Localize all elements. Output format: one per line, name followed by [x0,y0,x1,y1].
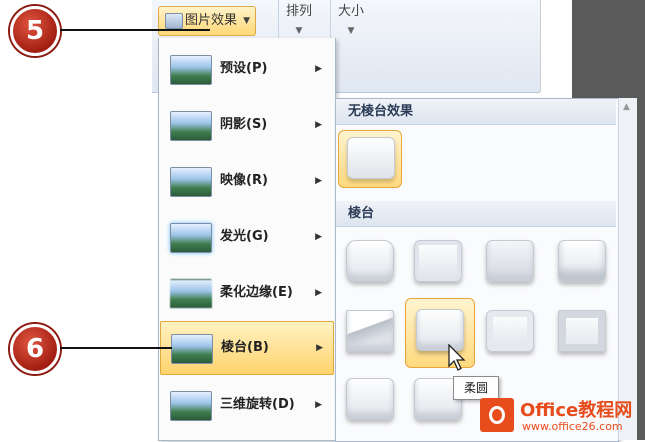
window-edge [540,0,573,92]
size-button[interactable]: 大小 ▼ [330,0,371,58]
size-label: 大小 [337,4,364,19]
bevel-tile-angle[interactable] [338,304,400,360]
menu-item-reflection[interactable]: 映像(R) ▶ [160,154,332,208]
bevel-preview-icon [347,137,395,179]
callout-leader-line [60,347,172,349]
menu-item-label: 三维旋转(D) [220,397,295,412]
menu-item-glow[interactable]: 发光(G) ▶ [160,210,332,264]
bevel-tile-cross[interactable] [478,234,540,290]
bevel-tile-convex[interactable] [478,304,540,360]
watermark-url: www.office26.com [522,420,623,433]
no-bevel-section-header: 无棱台效果 [336,99,616,125]
bevel-preview-icon [486,240,534,282]
callout-leader-line [60,29,210,31]
menu-item-bevel[interactable]: 棱台(B) ▶ [160,321,334,375]
soft-edges-thumbnail-icon [170,279,212,309]
no-bevel-tile[interactable] [338,130,402,188]
menu-item-3d-rotation[interactable]: 三维旋转(D) ▶ [160,378,332,432]
menu-item-label: 预设(P) [220,61,268,76]
bevel-section-header: 棱台 [336,201,616,227]
chevron-right-icon: ▶ [315,232,322,242]
3d-rotation-thumbnail-icon [170,391,212,421]
bevel-tile-slope[interactable] [550,304,612,360]
step-callout-6: 6 [10,324,60,374]
menu-item-shadow[interactable]: 阴影(S) ▶ [160,98,332,152]
preset-thumbnail-icon [170,55,212,85]
bevel-preview-icon [346,378,394,420]
bevel-preview-icon [558,310,606,352]
mouse-cursor-icon [448,344,466,371]
chevron-right-icon: ▶ [316,343,323,353]
chevron-down-icon: ▼ [295,26,303,36]
menu-item-label: 柔化边缘(E) [220,285,293,300]
bevel-preview-icon [346,240,394,282]
picture-effects-label: 图片效果 [185,13,238,28]
glow-thumbnail-icon [170,223,212,253]
gallery-scrollbar[interactable]: ▲ [618,98,637,440]
bevel-preview-icon [346,310,394,352]
chevron-right-icon: ▶ [315,176,322,186]
menu-item-label: 发光(G) [220,229,269,244]
menu-item-preset[interactable]: 预设(P) ▶ [160,42,332,96]
chevron-right-icon: ▶ [315,64,322,74]
menu-item-label: 棱台(B) [221,340,269,355]
bevel-tile-cool-slant[interactable] [550,234,612,290]
shadow-thumbnail-icon [170,111,212,141]
picture-effects-button[interactable]: 图片效果 ▼ [158,6,257,36]
menu-item-soft-edges[interactable]: 柔化边缘(E) ▶ [160,266,332,320]
bevel-preview-icon [558,240,606,282]
bevel-thumbnail-icon [171,334,213,364]
office-logo-icon [480,398,514,432]
chevron-right-icon: ▶ [315,120,322,130]
picture-effects-icon [165,13,183,29]
bevel-preview-icon [414,240,462,282]
menu-item-label: 阴影(S) [220,117,268,132]
chevron-down-icon: ▼ [347,26,355,36]
watermark-title: Office教程网 [520,400,633,421]
bevel-tile-circle[interactable] [338,234,400,290]
bevel-tile-relaxed-inset[interactable] [406,234,468,290]
chevron-right-icon: ▶ [315,400,322,410]
chevron-down-icon: ▼ [243,16,251,26]
bevel-preview-icon [486,310,534,352]
reflection-thumbnail-icon [170,167,212,197]
bevel-tile-divot[interactable] [338,372,400,428]
arrange-label: 排列 [285,4,312,19]
watermark: Office教程网 www.office26.com [480,394,640,436]
menu-item-label: 映像(R) [220,173,268,188]
step-callout-5: 5 [10,6,60,56]
scroll-up-icon[interactable]: ▲ [623,102,630,112]
chevron-right-icon: ▶ [315,288,322,298]
